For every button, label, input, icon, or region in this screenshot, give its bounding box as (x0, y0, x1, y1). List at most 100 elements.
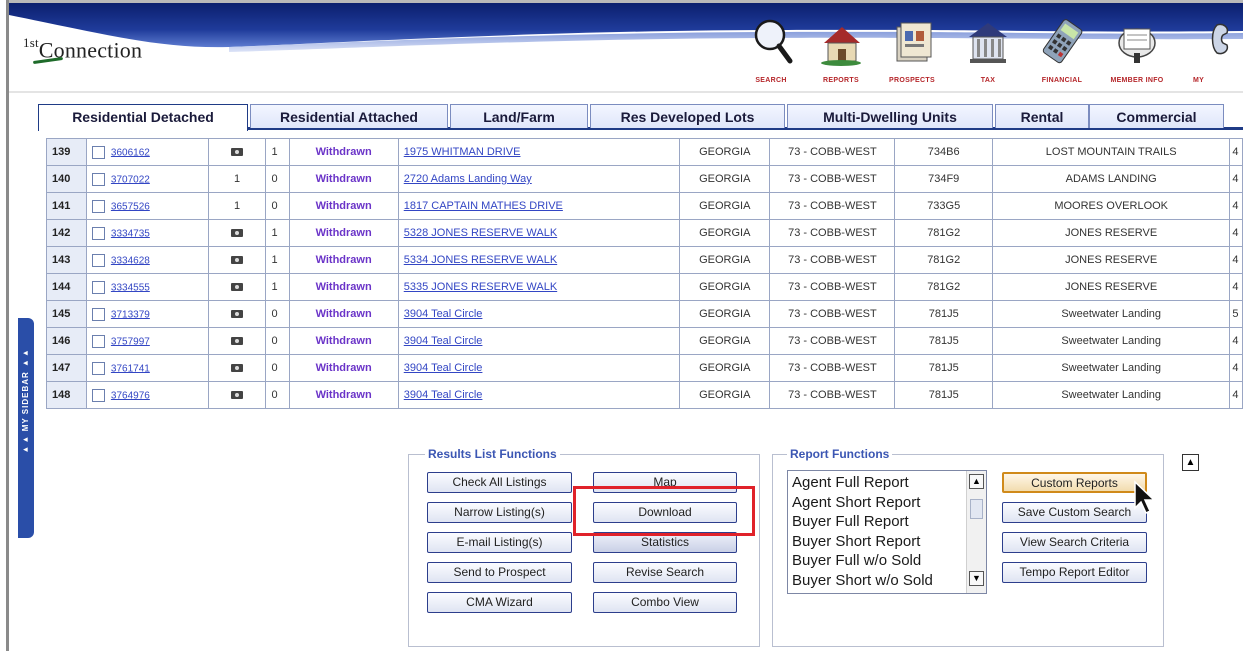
extra-cell: 4 (1229, 354, 1243, 382)
phone-icon (1211, 23, 1229, 55)
listing-id-link[interactable]: 3757997 (111, 336, 150, 347)
scroll-up-button[interactable]: ▲ (969, 474, 984, 489)
table-row[interactable]: 139 3606162 1 Withdrawn 1975 WHITMAN DRIVE GE… (46, 138, 1243, 166)
combo-view-button[interactable]: Combo View (593, 592, 737, 613)
listing-checkbox[interactable] (91, 199, 105, 213)
tab-rental[interactable]: Rental (995, 104, 1089, 128)
tab-multi-dwelling-units[interactable]: Multi-Dwelling Units (787, 104, 993, 128)
send-to-prospect-button[interactable]: Send to Prospect (427, 562, 572, 583)
camera-icon[interactable] (231, 337, 244, 346)
custom-reports-button[interactable]: Custom Reports (1002, 472, 1147, 493)
camera-icon[interactable] (231, 310, 244, 319)
subdivision-cell: JONES RESERVE (992, 219, 1231, 247)
listing-id-link[interactable]: 3713379 (111, 309, 150, 320)
listing-select-cell: 3334735 (85, 219, 209, 247)
address-link[interactable]: 3904 Teal Circle (404, 335, 483, 347)
listing-checkbox[interactable] (91, 334, 105, 348)
address-link[interactable]: 1817 CAPTAIN MATHES DRIVE (404, 200, 563, 212)
table-row[interactable]: 145 3713379 0 Withdrawn 3904 Teal Circle GEOR… (46, 300, 1243, 328)
address-link[interactable]: 5328 JONES RESERVE WALK (404, 227, 557, 239)
status-badge: Withdrawn (288, 300, 399, 328)
table-row[interactable]: 141 3657526 1 0 Withdrawn 1817 CAPTAIN MATHES… (46, 192, 1243, 220)
nav-search[interactable]: SEARCH (736, 15, 806, 93)
address-link[interactable]: 5334 JONES RESERVE WALK (404, 254, 557, 266)
report-option[interactable]: Agent Short Report (792, 493, 960, 513)
nav-financial[interactable]: FINANCIAL (1027, 15, 1097, 93)
report-type-listbox[interactable]: Agent Full Report Agent Short Report Buyer… (787, 470, 987, 594)
listing-id-link[interactable]: 3707022 (111, 174, 150, 185)
camera-icon[interactable] (231, 148, 244, 157)
address-link[interactable]: 3904 Teal Circle (404, 389, 483, 401)
listing-id-link[interactable]: 3606162 (111, 147, 150, 158)
scroll-to-top-button[interactable]: ▲ (1182, 454, 1199, 471)
address-cell: 2720 Adams Landing Way (397, 165, 681, 193)
camera-icon[interactable] (231, 229, 244, 238)
nav-my[interactable]: MY (1183, 15, 1243, 93)
email-listings-button[interactable]: E-mail Listing(s) (427, 532, 572, 553)
nav-tax[interactable]: TAX (953, 15, 1023, 93)
report-option[interactable]: Buyer Short Report (792, 532, 960, 552)
listing-id-link[interactable]: 3764976 (111, 390, 150, 401)
camera-icon[interactable] (231, 283, 244, 292)
camera-icon[interactable] (231, 391, 244, 400)
listing-checkbox[interactable] (91, 307, 105, 321)
nav-reports[interactable]: REPORTS (806, 15, 876, 93)
listing-checkbox[interactable] (91, 253, 105, 267)
subdivision-cell: Sweetwater Landing (992, 300, 1231, 328)
scroll-down-button[interactable]: ▼ (969, 571, 984, 586)
report-option[interactable]: Buyer Full Report (792, 512, 960, 532)
tab-residential-detached[interactable]: Residential Detached (38, 104, 248, 131)
address-link[interactable]: 1975 WHITMAN DRIVE (404, 146, 521, 158)
nav-prospects[interactable]: PROSPECTS (877, 15, 947, 93)
listing-checkbox[interactable] (91, 226, 105, 240)
table-row[interactable]: 148 3764976 0 Withdrawn 3904 Teal Circle GEOR… (46, 381, 1243, 409)
listing-checkbox[interactable] (91, 280, 105, 294)
address-link[interactable]: 3904 Teal Circle (404, 308, 483, 320)
table-row[interactable]: 143 3334628 1 Withdrawn 5334 JONES RESERVE W… (46, 246, 1243, 274)
state-cell: GEORGIA (679, 246, 771, 274)
tempo-report-editor-button[interactable]: Tempo Report Editor (1002, 562, 1147, 583)
listing-checkbox[interactable] (91, 361, 105, 375)
tab-residential-attached[interactable]: Residential Attached (250, 104, 448, 128)
table-row[interactable]: 147 3761741 0 Withdrawn 3904 Teal Circle GEOR… (46, 354, 1243, 382)
nav-member-info[interactable]: MEMBER INFO (1102, 15, 1172, 93)
view-search-criteria-button[interactable]: View Search Criteria (1002, 532, 1147, 553)
scroll-thumb[interactable] (970, 499, 983, 519)
app-logo[interactable]: 1stConnection (23, 35, 142, 65)
revise-search-button[interactable]: Revise Search (593, 562, 737, 583)
narrow-listings-button[interactable]: Narrow Listing(s) (427, 502, 572, 523)
nav-prospects-label: PROSPECTS (889, 77, 935, 84)
save-custom-search-button[interactable]: Save Custom Search (1002, 502, 1147, 523)
my-sidebar-toggle[interactable]: ▸▸ MY SIDEBAR ▸▸ (18, 318, 34, 538)
check-all-listings-button[interactable]: Check All Listings (427, 472, 572, 493)
report-list-scrollbar[interactable]: ▲ ▼ (966, 471, 986, 593)
subdivision-cell: Sweetwater Landing (992, 381, 1231, 409)
map-grid-cell: 781J5 (894, 300, 994, 328)
report-option[interactable]: Buyer Full w/o Sold (792, 551, 960, 571)
address-link[interactable]: 5335 JONES RESERVE WALK (404, 281, 557, 293)
tab-land-farm[interactable]: Land/Farm (450, 104, 588, 128)
listing-checkbox[interactable] (91, 145, 105, 159)
table-row[interactable]: 146 3757997 0 Withdrawn 3904 Teal Circle GEOR… (46, 327, 1243, 355)
listing-id-link[interactable]: 3334628 (111, 255, 150, 266)
address-link[interactable]: 3904 Teal Circle (404, 362, 483, 374)
listing-checkbox[interactable] (91, 172, 105, 186)
table-row[interactable]: 140 3707022 1 0 Withdrawn 2720 Adams Landing … (46, 165, 1243, 193)
listing-id-link[interactable]: 3334555 (111, 282, 150, 293)
listing-checkbox[interactable] (91, 388, 105, 402)
report-option[interactable]: Buyer Short w/o Sold (792, 571, 960, 591)
table-row[interactable]: 142 3334735 1 Withdrawn 5328 JONES RESERVE W… (46, 219, 1243, 247)
tab-commercial[interactable]: Commercial (1089, 104, 1224, 128)
tab-res-developed-lots[interactable]: Res Developed Lots (590, 104, 785, 128)
table-row[interactable]: 144 3334555 1 Withdrawn 5335 JONES RESERVE W… (46, 273, 1243, 301)
camera-icon[interactable] (231, 256, 244, 265)
map-grid-cell: 781G2 (894, 273, 994, 301)
listing-id-link[interactable]: 3761741 (111, 363, 150, 374)
camera-icon[interactable] (231, 364, 244, 373)
listing-id-link[interactable]: 3657526 (111, 201, 150, 212)
cma-wizard-button[interactable]: CMA Wizard (427, 592, 572, 613)
mouse-pointer-icon (1134, 480, 1156, 515)
report-option[interactable]: Agent Full Report (792, 473, 960, 493)
address-link[interactable]: 2720 Adams Landing Way (404, 173, 532, 185)
listing-id-link[interactable]: 3334735 (111, 228, 150, 239)
